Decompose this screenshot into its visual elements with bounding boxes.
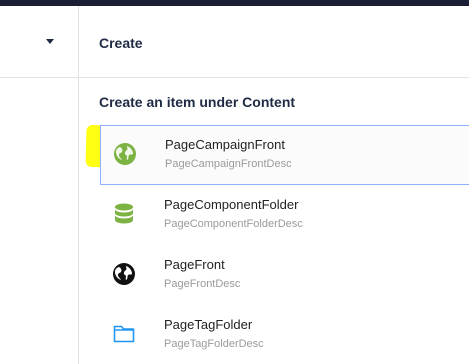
page-title: Create [99, 35, 143, 51]
chevron-down-icon[interactable] [46, 39, 54, 44]
database-icon [115, 203, 133, 224]
item-description: PageFrontDesc [164, 278, 241, 290]
item-name: PageFront [164, 257, 225, 272]
folder-icon [113, 325, 135, 343]
item-name: PageComponentFolder [164, 197, 299, 212]
globe-icon [113, 263, 135, 285]
list-item-pagefront[interactable]: PageFront PageFrontDesc [100, 245, 469, 303]
list-item-pagetagfolder[interactable]: PageTagFolder PageTagFolderDesc [100, 305, 469, 363]
item-description: PageCampaignFrontDesc [165, 158, 292, 170]
list-item-pagecomponentfolder[interactable]: PageComponentFolder PageComponentFolderD… [100, 185, 469, 243]
item-description: PageComponentFolderDesc [164, 218, 303, 230]
item-name: PageTagFolder [164, 317, 253, 332]
globe-icon [114, 143, 136, 165]
item-name: PageCampaignFront [165, 137, 285, 152]
header: Create [79, 6, 469, 78]
section-title: Create an item under Content [99, 94, 296, 110]
item-description: PageTagFolderDesc [164, 338, 264, 350]
list-item-pagecampaignfront[interactable]: PageCampaignFront PageCampaignFrontDesc [100, 125, 469, 185]
left-divider [0, 77, 78, 78]
content-dropdown[interactable] [0, 6, 78, 77]
